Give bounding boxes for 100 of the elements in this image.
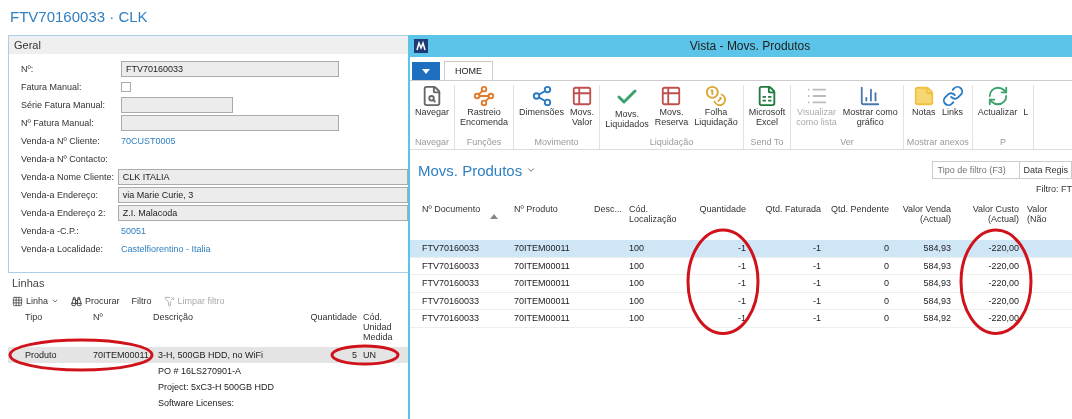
checkbox[interactable] [121,82,131,92]
table-cell: 584,93 [923,295,951,306]
input-field[interactable]: CLK ITALIA [117,169,408,185]
table-cell: 100 [629,243,645,254]
table-cell: 584,93 [923,278,951,289]
table-cell: FTV70160033 [422,295,480,306]
table-cell: 70ITEM00011 [514,243,570,254]
column-header: Nº [92,312,104,324]
column-header[interactable]: Qtd. Pendente [830,204,889,214]
line-row[interactable]: Software Licenses: [8,395,408,411]
filter-input[interactable]: Tipo de filtro (F3) [932,161,1021,179]
input-field[interactable]: FTV70160033 [121,61,339,77]
field-link[interactable]: Castelfiorentino - Italia [121,244,211,254]
column-header[interactable]: Quantidade [699,204,746,214]
filter-field-select[interactable]: Data Regis [1020,161,1072,179]
column-header[interactable]: Cód. Localização [629,204,677,224]
toolbar-button[interactable]: Linha [12,295,60,307]
ribbon-button[interactable]: Movs. Reserva [652,85,691,137]
table-cell: 70ITEM00011 [514,260,570,271]
section-title: Geral [9,36,408,54]
table-cell: -1 [813,260,821,271]
group-label: Funções [466,137,502,149]
field-link[interactable]: 50051 [121,226,147,236]
ribbon-button[interactable]: Rastreio Encomenda [458,85,511,137]
table-cell: PO # 16LS270901-A [158,366,242,376]
table-row[interactable]: FTV70160033 70ITEM00011 100 -1 -1 0 584,93 -220,00 [410,275,1072,293]
table-cell: 5 [352,350,357,360]
table-row[interactable]: FTV70160033 70ITEM00011 100 -1 -1 0 584,92 -220,00 [410,310,1072,328]
ribbon-button[interactable]: Actualizar [975,85,1020,137]
table-cell: -220,00 [988,260,1019,271]
input-field[interactable] [121,97,233,113]
ribbon-button[interactable]: Microsoft Excel [746,85,788,137]
column-header: Quantidade [309,312,358,324]
ribbon-button[interactable]: Links [939,85,966,137]
table-cell: -1 [813,313,821,324]
table-cell: 100 [629,313,645,324]
group-label: Liquidação [649,137,694,149]
ribbon-button[interactable]: Dimensões [517,85,567,137]
table-cell: -1 [813,278,821,289]
table-cell: -220,00 [988,243,1019,254]
column-header: Descrição [152,312,194,324]
table-cell: 70ITEM00011 [93,350,149,360]
table-cell: -220,00 [988,278,1019,289]
table-cell: -1 [813,243,821,254]
clear-filter-icon [163,295,175,307]
column-header: Cód. Unidad Medida [362,312,394,344]
column-header[interactable]: Valor Venda (Actual) [902,204,951,224]
table-row[interactable]: FTV70160033 70ITEM00011 100 -1 -1 0 584,93 -220,00 [410,257,1072,275]
column-header[interactable]: Nº Documento [422,204,481,214]
input-field[interactable] [121,115,339,131]
line-row[interactable]: Project: 5xC3-H 500GB HDD [8,379,408,395]
column-header[interactable]: Qtd. Faturada [765,204,821,214]
ribbon-button[interactable]: Notas [910,85,938,137]
table-cell: 0 [884,243,889,254]
ribbon-button[interactable]: L [1021,85,1031,137]
table-cell: 70ITEM00011 [514,295,570,306]
table-cell: -1 [813,295,821,306]
column-header[interactable]: Desc... [594,204,622,214]
list-title: Movs. Produtos [418,161,523,179]
table-cell: -1 [738,260,746,271]
table-cell: 70ITEM00011 [514,278,570,289]
ribbon-tab[interactable]: HOME [444,61,493,80]
grid-icon [12,295,23,307]
menu-button[interactable] [412,62,440,80]
field-label: Fatura Manual: [21,82,83,92]
column-header[interactable]: Valor (Não [1027,204,1048,224]
tracking-icon [473,85,496,107]
group-label: Send To [750,137,784,149]
page-title: FTV70160033 · CLK [9,7,149,27]
line-row[interactable]: PO # 16LS270901-A [8,363,408,379]
table-cell: -220,00 [988,295,1019,306]
column-header[interactable]: Nº Produto [514,204,558,214]
refresh-icon [986,85,1009,107]
search-document-icon [421,85,443,107]
field-label: Venda-a Nº Cliente: [21,136,101,146]
caret-icon[interactable] [526,165,537,175]
ribbon-button[interactable]: Movs. Valor [568,85,597,137]
ribbon-button[interactable]: Folha Liquidação [692,85,740,137]
ribbon-button[interactable]: Movs. Liquidados [603,85,651,137]
line-row[interactable]: Produto 70ITEM00011 3-H, 500GB HDD, no WiFi 5 UN [8,347,408,363]
toolbar-button[interactable]: Procurar [71,295,120,307]
dimensions-icon [530,85,553,107]
table-cell: 3-H, 500GB HDD, no WiFi [158,350,264,360]
filter-label: Filtro: FT [1036,184,1072,194]
field-label: Série Fatura Manual: [21,100,107,110]
group-label: P [1000,137,1007,149]
input-field[interactable]: Z.I. Malacoda [117,205,408,221]
table-cell: 584,92 [923,313,951,324]
table-cell: 100 [629,260,645,271]
table-row[interactable]: FTV70160033 70ITEM00011 100 -1 -1 0 584,93 -220,00 [410,240,1072,258]
ribbon-button[interactable]: Navegar [413,85,452,137]
ribbon-button[interactable]: Mostrar como gráfico [840,85,900,137]
input-field[interactable]: via Marie Curie, 3 [117,187,408,203]
table-row[interactable]: FTV70160033 70ITEM00011 100 -1 -1 0 584,93 -220,00 [410,292,1072,310]
table-cell: FTV70160033 [422,260,480,271]
field-label: Venda-a Endereço 2: [21,208,107,218]
field-link[interactable]: 70CUST0005 [121,136,176,146]
column-header[interactable]: Valor Custo (Actual) [972,204,1019,224]
toolbar-button[interactable]: Filtro [131,296,152,306]
table-cell: 584,93 [923,243,951,254]
